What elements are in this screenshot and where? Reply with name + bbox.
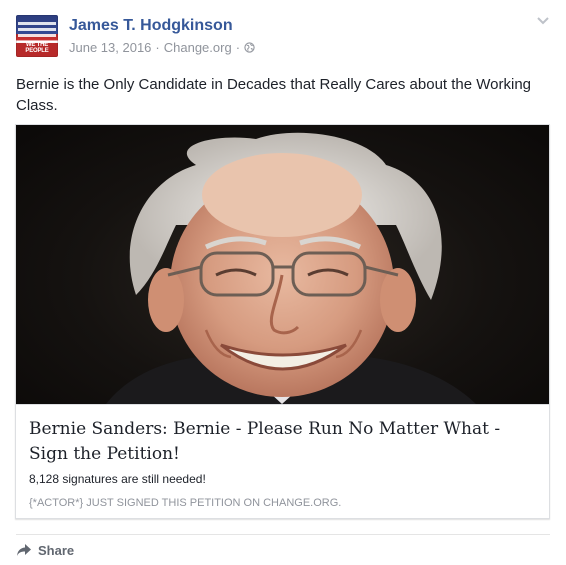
avatar-stripe <box>18 28 56 31</box>
link-title[interactable]: Bernie Sanders: Bernie - Please Run No M… <box>29 417 534 467</box>
share-label: Share <box>38 542 75 558</box>
post-text: Bernie is the Only Candidate in Decades … <box>16 76 532 114</box>
footer-divider <box>16 534 550 535</box>
chevron-down-icon[interactable] <box>536 16 550 26</box>
link-preview-text[interactable]: Bernie Sanders: Bernie - Please Run No M… <box>16 404 549 518</box>
link-subtitle: 8,128 signatures are still needed! <box>29 472 206 486</box>
avatar-stripe <box>18 22 56 25</box>
link-preview-card[interactable]: Bernie Sanders: Bernie - Please Run No M… <box>15 124 550 519</box>
share-button[interactable]: Share <box>16 541 74 559</box>
link-caption: {*ACTOR*} JUST SIGNED THIS PETITION ON C… <box>29 497 342 509</box>
globe-icon[interactable] <box>244 42 255 53</box>
meta-separator: · <box>235 40 241 55</box>
avatar-text: WE THE PEOPLE <box>25 42 49 54</box>
share-icon <box>17 544 31 556</box>
post-meta: June 13, 2016 · Change.org · <box>69 40 255 55</box>
link-preview-image[interactable] <box>16 125 549 404</box>
author-name[interactable]: James T. Hodgkinson <box>69 17 233 35</box>
post-source[interactable]: Change.org <box>164 40 232 55</box>
avatar[interactable]: WE THE PEOPLE <box>16 15 58 57</box>
avatar-stripe <box>18 34 56 37</box>
post-date[interactable]: June 13, 2016 <box>69 40 151 55</box>
meta-separator: · <box>155 40 160 55</box>
portrait-photo <box>106 132 476 404</box>
facebook-post: WE THE PEOPLE James T. Hodgkinson June 1… <box>0 0 566 565</box>
